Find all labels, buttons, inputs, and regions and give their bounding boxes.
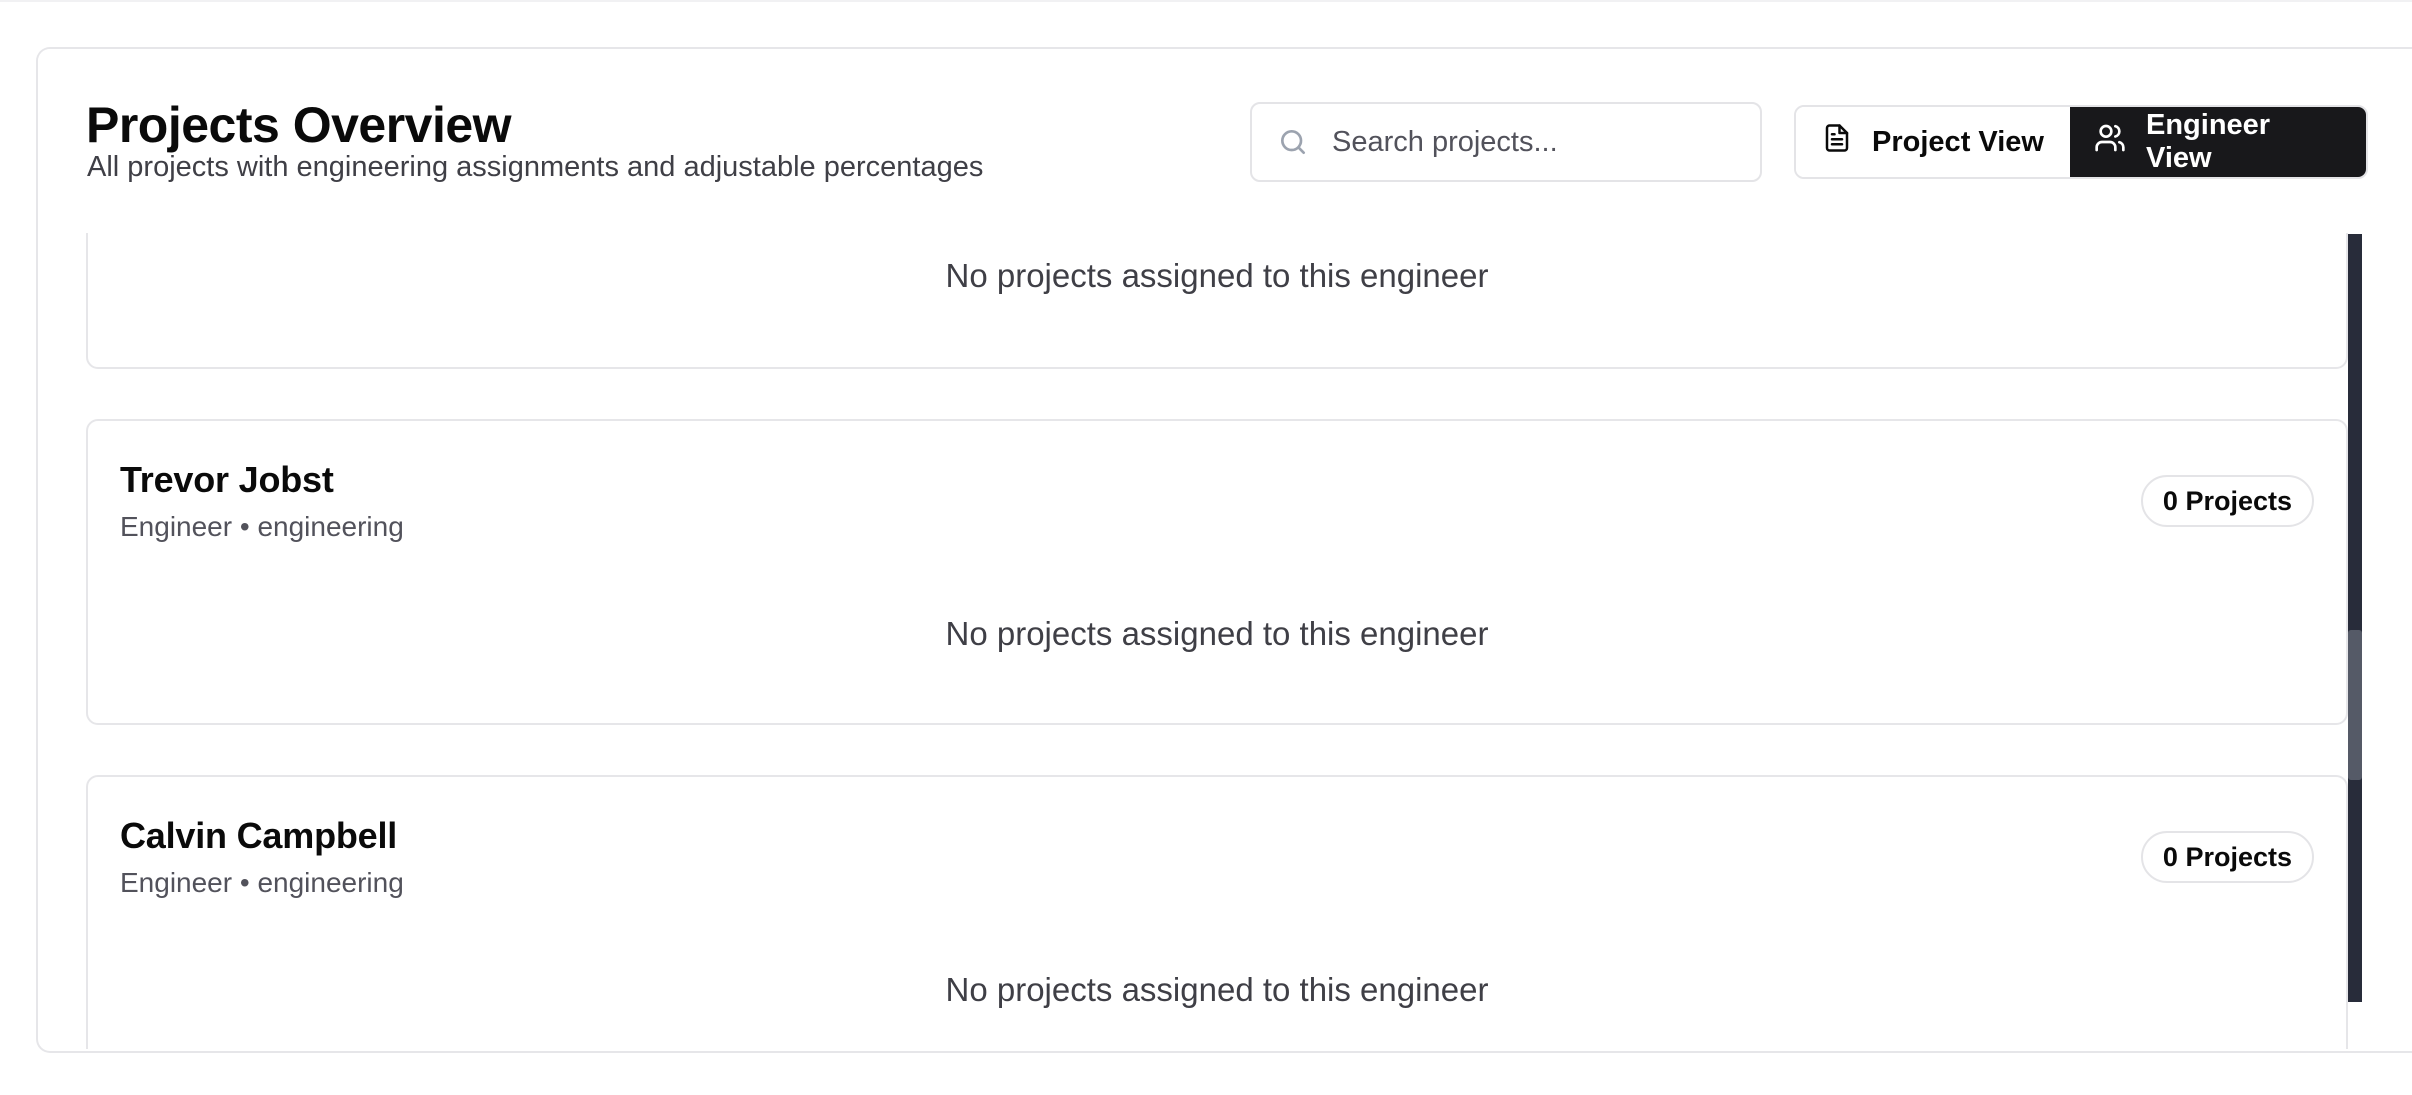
project-count-badge: 0 Projects	[2140, 475, 2314, 527]
project-view-label: Project View	[1872, 125, 2044, 158]
engineer-name: Trevor Jobst	[120, 459, 334, 500]
engineer-view-button[interactable]: Engineer View	[2070, 107, 2366, 177]
engineer-card-trevor-jobst: Trevor Jobst Engineer • engineering 0 Pr…	[86, 419, 2348, 725]
view-toggle: Project View Engineer View	[1794, 105, 2368, 179]
search-box[interactable]	[1250, 102, 1762, 182]
engineer-role: Engineer • engineering	[120, 511, 404, 542]
search-input[interactable]	[1330, 124, 1750, 160]
engineer-role: Engineer • engineering	[120, 867, 404, 898]
top-divider	[0, 0, 2412, 2]
projects-overview-card: No projects assigned to this engineer Tr…	[36, 47, 2412, 1053]
project-view-button[interactable]: Project View	[1796, 107, 2070, 177]
engineer-view-label: Engineer View	[2146, 109, 2271, 174]
empty-state-message: No projects assigned to this engineer	[945, 971, 1489, 1008]
users-icon	[2094, 122, 2126, 162]
engineer-card-calvin-campbell: Calvin Campbell Engineer • engineering 0…	[86, 775, 2348, 1049]
scrollbar-track[interactable]	[2348, 234, 2362, 1002]
file-text-icon	[1822, 123, 1852, 161]
engineer-name: Calvin Campbell	[120, 815, 398, 856]
card-header: Projects Overview All projects with engi…	[38, 49, 2412, 233]
scrollbar-thumb[interactable]	[2348, 630, 2362, 780]
empty-state-message: No projects assigned to this engineer	[945, 615, 1489, 652]
page-subtitle: All projects with engineering assignment…	[87, 151, 984, 183]
project-count-badge: 0 Projects	[2140, 831, 2314, 883]
empty-state-message: No projects assigned to this engineer	[945, 257, 1489, 294]
search-icon	[1276, 125, 1310, 159]
engineer-list[interactable]: No projects assigned to this engineer Tr…	[86, 233, 2398, 1049]
engineer-card: No projects assigned to this engineer	[86, 233, 2348, 369]
page-title: Projects Overview	[86, 97, 512, 153]
